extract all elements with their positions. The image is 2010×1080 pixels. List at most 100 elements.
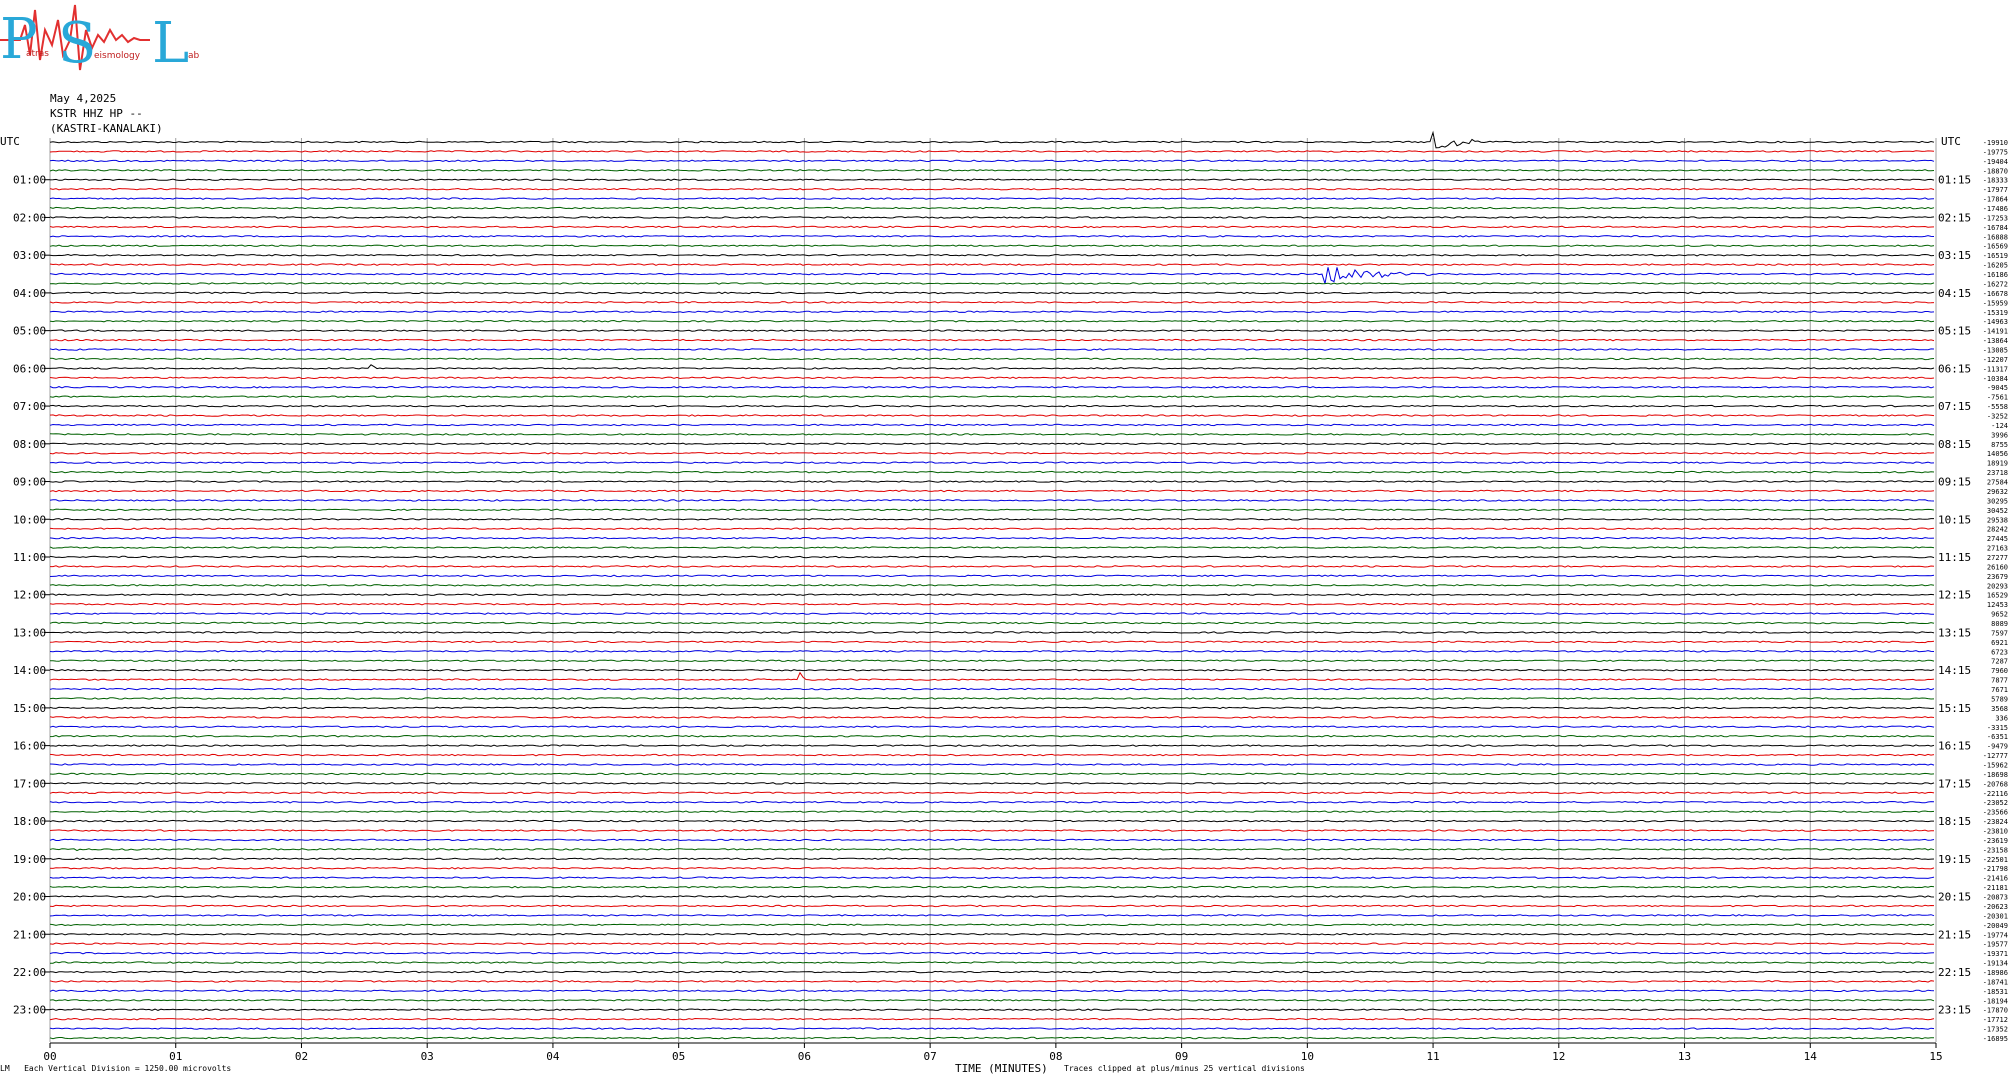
utc-quarter-label: 07:15 bbox=[1938, 400, 1971, 413]
trace-offset-label: -17870 bbox=[1983, 1007, 2008, 1015]
seismic-trace bbox=[49, 319, 1935, 323]
trace-offset-label: -22501 bbox=[1983, 856, 2008, 864]
seismic-trace bbox=[49, 433, 1935, 436]
trace-offset-label: -18698 bbox=[1983, 771, 2008, 779]
seismic-trace bbox=[49, 753, 1935, 757]
seismic-trace bbox=[49, 819, 1934, 823]
seismic-trace bbox=[49, 838, 1935, 842]
x-axis-title: TIME (MINUTES) bbox=[955, 1062, 1048, 1075]
trace-offset-label: 6921 bbox=[1991, 639, 2008, 647]
x-axis-tick-label: 12 bbox=[1552, 1050, 1565, 1063]
trace-offset-label: -15319 bbox=[1983, 309, 2008, 317]
seismic-trace bbox=[49, 951, 1935, 955]
seismic-trace bbox=[49, 159, 1935, 163]
seismic-trace bbox=[49, 999, 1935, 1002]
trace-offset-label: -16186 bbox=[1983, 271, 2008, 279]
seismic-trace bbox=[49, 178, 1935, 181]
utc-quarter-label: 05:15 bbox=[1938, 325, 1971, 338]
trace-offset-label: -16888 bbox=[1983, 233, 2008, 241]
seismic-trace bbox=[49, 782, 1935, 785]
utc-hour-label: 01:00 bbox=[13, 174, 46, 187]
utc-hour-label: 16:00 bbox=[13, 740, 46, 753]
seismic-trace bbox=[49, 640, 1935, 644]
trace-offset-label: -23810 bbox=[1983, 828, 2008, 836]
trace-offset-label: -23619 bbox=[1983, 837, 2008, 845]
seismic-trace bbox=[49, 612, 1934, 615]
trace-offset-label: -21416 bbox=[1983, 875, 2008, 883]
utc-quarter-label: 09:15 bbox=[1938, 476, 1971, 489]
seismic-trace bbox=[49, 442, 1935, 446]
utc-quarter-label: 20:15 bbox=[1938, 891, 1971, 904]
utc-hour-label: 18:00 bbox=[13, 815, 46, 828]
x-axis-tick-label: 06 bbox=[798, 1050, 811, 1063]
seismic-trace bbox=[49, 1017, 1935, 1021]
trace-offset-label: 18919 bbox=[1987, 460, 2008, 468]
seismic-trace bbox=[49, 489, 1935, 493]
trace-offset-label: -23158 bbox=[1983, 846, 2008, 854]
trace-offset-label: 9652 bbox=[1991, 611, 2008, 619]
trace-offset-label: -15959 bbox=[1983, 299, 2008, 307]
trace-offset-label: -17977 bbox=[1983, 186, 2008, 194]
seismic-trace bbox=[50, 961, 1935, 964]
vertical-division-note: Each Vertical Division = 1250.00 microvo… bbox=[24, 1064, 232, 1073]
trace-offset-label: -6351 bbox=[1987, 733, 2008, 741]
trace-offset-label: 7877 bbox=[1991, 677, 2008, 685]
trace-offset-label: -3315 bbox=[1987, 724, 2008, 732]
seismic-trace bbox=[49, 668, 1935, 672]
trace-offset-label: -16569 bbox=[1983, 243, 2008, 251]
seismic-trace bbox=[49, 1036, 1934, 1040]
seismic-trace bbox=[49, 480, 1935, 483]
seismic-trace bbox=[49, 848, 1935, 852]
utc-hour-label: 03:00 bbox=[13, 249, 46, 262]
trace-offset-label: -23824 bbox=[1983, 818, 2008, 826]
trace-offset-label: -13864 bbox=[1983, 337, 2008, 345]
x-axis-tick-label: 11 bbox=[1426, 1050, 1439, 1063]
x-axis-tick-label: 04 bbox=[546, 1050, 560, 1063]
seismic-trace bbox=[49, 895, 1935, 898]
seismic-trace bbox=[49, 385, 1935, 389]
seismic-trace bbox=[49, 923, 1935, 927]
utc-hour-label: 05:00 bbox=[13, 325, 46, 338]
trace-offset-label: -18194 bbox=[1983, 997, 2008, 1005]
utc-hour-label: 13:00 bbox=[13, 626, 46, 639]
x-axis-tick-label: 01 bbox=[169, 1050, 182, 1063]
trace-offset-label: 27277 bbox=[1987, 554, 2008, 562]
trace-offset-label: 8755 bbox=[1991, 441, 2008, 449]
utc-quarter-label: 17:15 bbox=[1938, 777, 1971, 790]
utc-quarter-label: 18:15 bbox=[1938, 815, 1971, 828]
seismic-trace bbox=[49, 197, 1935, 200]
trace-offset-label: -9479 bbox=[1987, 743, 2008, 751]
trace-offset-label: -20301 bbox=[1983, 912, 2008, 920]
seismic-trace bbox=[49, 800, 1935, 804]
seismic-trace bbox=[49, 866, 1935, 870]
trace-offset-label: -12777 bbox=[1983, 752, 2008, 760]
trace-offset-label: 3996 bbox=[1991, 431, 2008, 439]
seismic-trace bbox=[49, 263, 1935, 266]
trace-offset-label: -5558 bbox=[1987, 403, 2008, 411]
seismic-trace bbox=[49, 404, 1935, 408]
trace-offset-label: -14191 bbox=[1983, 328, 2008, 336]
utc-quarter-label: 13:15 bbox=[1938, 626, 1971, 639]
utc-hour-label: 07:00 bbox=[13, 400, 46, 413]
seismic-trace bbox=[49, 574, 1935, 578]
trace-offset-label: 30452 bbox=[1987, 507, 2008, 515]
utc-quarter-label: 11:15 bbox=[1938, 551, 1971, 564]
utc-hour-label: 14:00 bbox=[13, 664, 46, 677]
trace-offset-label: -18986 bbox=[1983, 969, 2008, 977]
seismic-trace bbox=[49, 1008, 1935, 1011]
utc-quarter-label: 14:15 bbox=[1938, 664, 1971, 677]
x-axis-tick-label: 03 bbox=[421, 1050, 434, 1063]
trace-offset-label: 12453 bbox=[1987, 601, 2008, 609]
seismic-trace bbox=[49, 725, 1935, 729]
seismic-trace bbox=[49, 206, 1935, 210]
helicorder-plot: UTC UTC 01:00 02:00 03:00 04:00 05:00 06:00 07:0… bbox=[0, 130, 2008, 1063]
utc-hour-label: 15:00 bbox=[13, 702, 46, 715]
trace-offset-label: -16205 bbox=[1983, 262, 2008, 270]
utc-quarter-label: 02:15 bbox=[1938, 211, 1971, 224]
seismic-trace bbox=[49, 527, 1935, 530]
x-axis-tick-label: 02 bbox=[295, 1050, 308, 1063]
seismic-trace bbox=[49, 810, 1935, 813]
seismic-trace bbox=[49, 980, 1935, 983]
right-axis-title: UTC bbox=[1941, 135, 1961, 148]
seismic-trace bbox=[49, 253, 1935, 257]
